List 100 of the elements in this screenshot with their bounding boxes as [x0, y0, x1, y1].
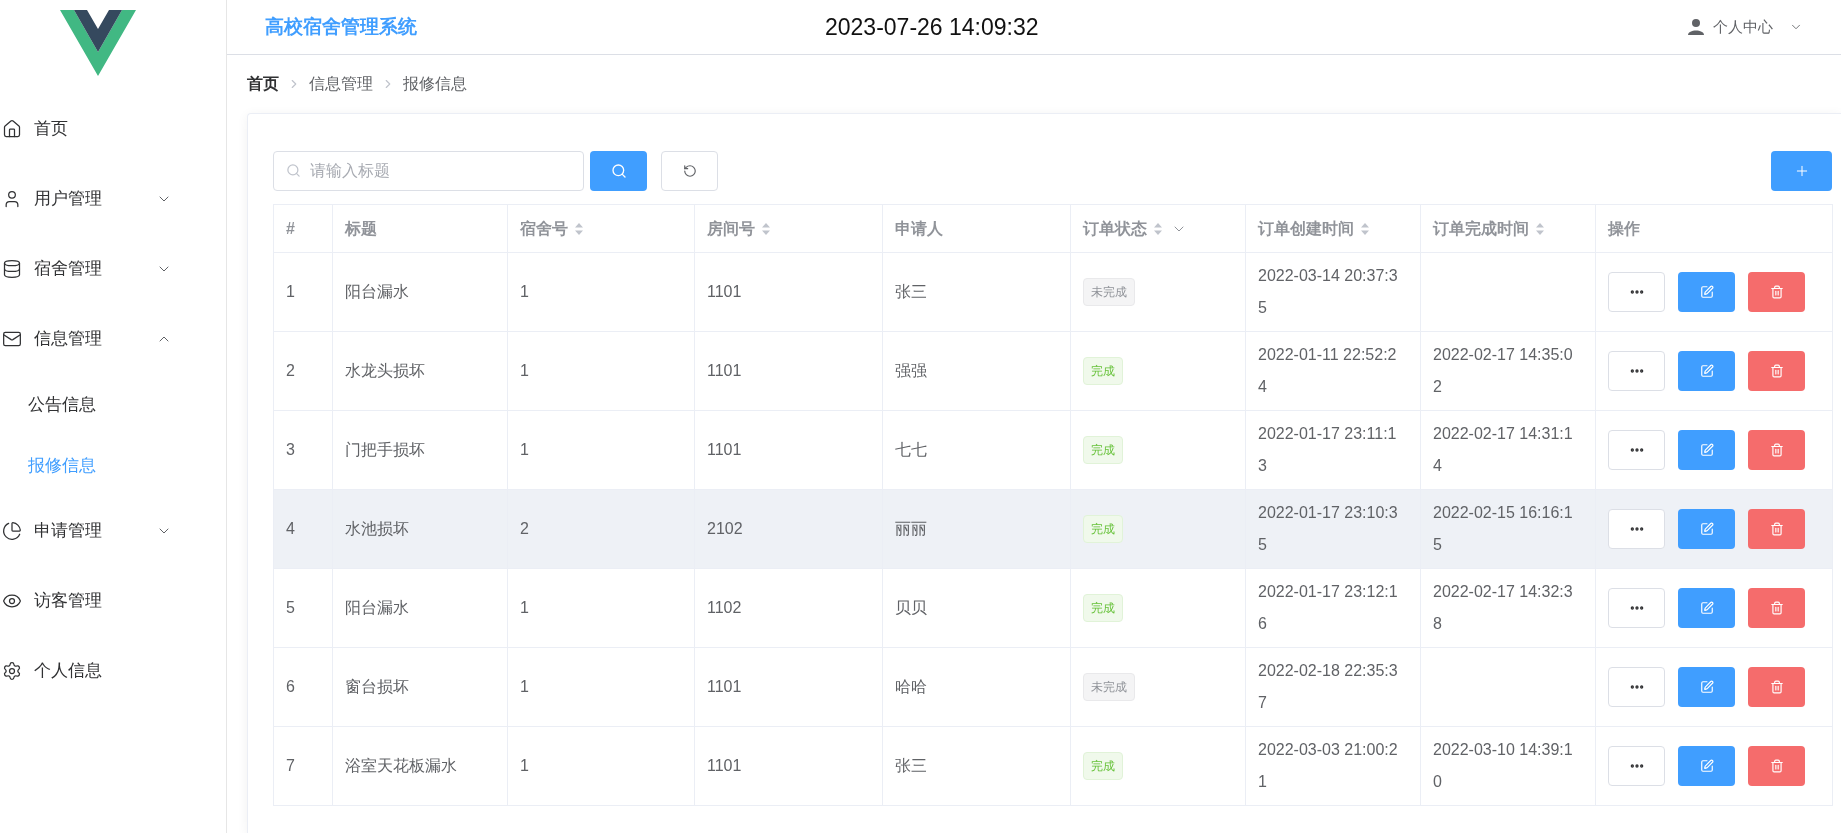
column-header: 标题: [345, 218, 377, 239]
table-cell: 4: [286, 520, 295, 537]
add-button[interactable]: [1771, 151, 1832, 191]
edit-icon: [1699, 601, 1714, 615]
more-button[interactable]: [1608, 746, 1665, 786]
table-cell: 门把手损坏: [345, 441, 425, 458]
more-button[interactable]: [1608, 351, 1665, 391]
delete-button[interactable]: [1748, 509, 1805, 549]
table-cell-text: 2022-03-10 14:39:10: [1433, 740, 1573, 792]
status-tag: 完成: [1083, 436, 1123, 464]
search-button[interactable]: [590, 151, 647, 191]
delete-button[interactable]: [1748, 588, 1805, 628]
pie-chart-icon: [2, 521, 22, 541]
sidebar-item[interactable]: 个人信息: [0, 636, 226, 706]
search-field[interactable]: 请输入标题: [273, 151, 584, 191]
table-row[interactable]: 2 水龙头损坏 1 1101 强强 完成 2022-01-11 22:52:24 2022-02-17 14:35:02: [273, 331, 1833, 411]
table-cell: 1: [520, 283, 529, 300]
breadcrumb-item: 报修信息: [403, 74, 467, 94]
more-button[interactable]: [1608, 509, 1665, 549]
trash-icon: [1769, 680, 1784, 694]
table-cell: 1: [520, 678, 529, 695]
table-cell: 张三: [895, 283, 927, 300]
table-cell: 1101: [707, 362, 742, 379]
home-icon: [2, 119, 22, 139]
table-cell: 浴室天花板漏水: [345, 757, 457, 774]
table-cell-text: 2022-02-17 14:32:38: [1433, 582, 1573, 634]
more-button[interactable]: [1608, 667, 1665, 707]
table-cell-text: 2022-03-14 20:37:35: [1258, 266, 1398, 318]
table-cell: 1101: [707, 441, 742, 458]
edit-icon: [1699, 680, 1714, 694]
edit-button[interactable]: [1678, 667, 1735, 707]
table-row[interactable]: 7 浴室天花板漏水 1 1101 张三 完成 2022-03-03 21:00:21 2022-03-10 14:39:10: [273, 726, 1833, 806]
table-cell: 1: [286, 283, 295, 300]
clock-text: 2023-07-26 14:09:32: [825, 12, 1040, 42]
user-icon: [1687, 18, 1705, 36]
table-cell-text: 2022-01-11 22:52:24: [1258, 345, 1398, 397]
delete-button[interactable]: [1748, 430, 1805, 470]
sort-icon[interactable]: [761, 221, 771, 236]
sort-icon[interactable]: [1153, 221, 1163, 236]
table-cell-text: 2022-02-17 14:31:14: [1433, 424, 1573, 476]
edit-button[interactable]: [1678, 272, 1735, 312]
sort-icon[interactable]: [1360, 221, 1370, 236]
trash-icon: [1769, 364, 1784, 378]
search-icon: [610, 163, 627, 179]
table-cell: 1101: [707, 678, 742, 695]
sidebar-item[interactable]: 申请管理: [0, 496, 226, 566]
table-cell: 水池损坏: [345, 520, 409, 537]
edit-button[interactable]: [1678, 509, 1735, 549]
delete-button[interactable]: [1748, 272, 1805, 312]
table-cell: 贝贝: [895, 599, 927, 616]
refresh-icon: [682, 164, 697, 178]
edit-button[interactable]: [1678, 746, 1735, 786]
delete-button[interactable]: [1748, 667, 1805, 707]
table-cell: 3: [286, 441, 295, 458]
refresh-button[interactable]: [661, 151, 718, 191]
sidebar-item[interactable]: 访客管理: [0, 566, 226, 636]
delete-button[interactable]: [1748, 746, 1805, 786]
table-cell: 哈哈: [895, 678, 927, 695]
trash-icon: [1769, 285, 1784, 299]
edit-icon: [1699, 364, 1714, 378]
table-row[interactable]: 3 门把手损坏 1 1101 七七 完成 2022-01-17 23:11:13 2022-02-17 14:31:14: [273, 410, 1833, 490]
more-button[interactable]: [1608, 430, 1665, 470]
more-button[interactable]: [1608, 588, 1665, 628]
edit-button[interactable]: [1678, 588, 1735, 628]
table-cell: 1: [520, 757, 529, 774]
table-cell: 2: [286, 362, 295, 379]
sidebar-subitem[interactable]: 公告信息: [0, 374, 226, 435]
table-row[interactable]: 1 阳台漏水 1 1101 张三 未完成 2022-03-14 20:37:35: [273, 252, 1833, 332]
more-button[interactable]: [1608, 272, 1665, 312]
sidebar-item[interactable]: 首页: [0, 94, 226, 164]
edit-button[interactable]: [1678, 430, 1735, 470]
breadcrumb-item[interactable]: 首页: [247, 72, 279, 96]
table-row[interactable]: 5 阳台漏水 1 1102 贝贝 完成 2022-01-17 23:12:16 2022-02-17 14:32:38: [273, 568, 1833, 648]
column-header: #: [286, 218, 295, 239]
table-cell: 5: [286, 599, 295, 616]
table-row[interactable]: 4 水池损坏 2 2102 丽丽 完成 2022-01-17 23:10:35 2022-02-15 16:16:15: [273, 489, 1833, 569]
sort-icon[interactable]: [1535, 221, 1545, 236]
table-cell-text: 2022-02-17 14:35:02: [1433, 345, 1573, 397]
table-cell: 7: [286, 757, 295, 774]
database-icon: [2, 259, 22, 279]
table-cell-text: 2022-03-03 21:00:21: [1258, 740, 1398, 792]
app-title: 高校宿舍管理系统: [265, 14, 418, 39]
table-cell: 1: [520, 599, 529, 616]
user-menu[interactable]: 个人中心: [1687, 15, 1803, 39]
logo-icon: [60, 10, 136, 76]
table-cell: 1101: [707, 283, 742, 300]
table-row[interactable]: 6 窗台损坏 1 1101 哈哈 未完成 2022-02-18 22:35:37: [273, 647, 1833, 727]
column-header: 申请人: [895, 218, 943, 239]
table-cell: 强强: [895, 362, 927, 379]
breadcrumb-item: 信息管理: [309, 74, 373, 94]
table-cell: 丽丽: [895, 520, 927, 537]
sidebar-item[interactable]: 用户管理: [0, 164, 226, 234]
delete-button[interactable]: [1748, 351, 1805, 391]
status-tag: 完成: [1083, 357, 1123, 385]
sidebar-item[interactable]: 宿舍管理: [0, 234, 226, 304]
trash-icon: [1769, 759, 1784, 773]
sidebar-item[interactable]: 信息管理: [0, 304, 226, 374]
edit-button[interactable]: [1678, 351, 1735, 391]
sort-icon[interactable]: [574, 221, 584, 236]
table-cell: 阳台漏水: [345, 283, 409, 300]
